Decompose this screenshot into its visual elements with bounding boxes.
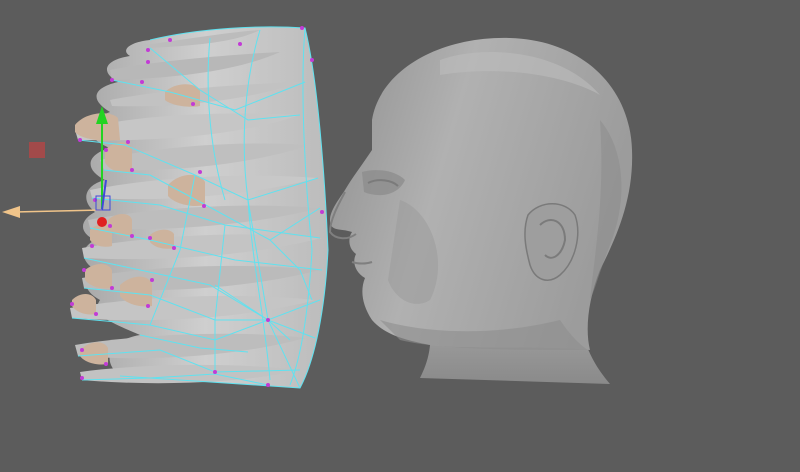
scene-canvas[interactable] <box>0 0 800 472</box>
3d-viewport[interactable] <box>0 0 800 472</box>
head-mesh[interactable] <box>328 37 633 384</box>
manipulator-x-axis[interactable] <box>13 209 103 213</box>
hair-strand-mesh[interactable] <box>70 26 329 389</box>
x-axis-arrow-icon[interactable] <box>2 206 20 218</box>
proxy-marker-square[interactable] <box>29 142 45 158</box>
manipulator-pivot[interactable] <box>97 217 107 227</box>
